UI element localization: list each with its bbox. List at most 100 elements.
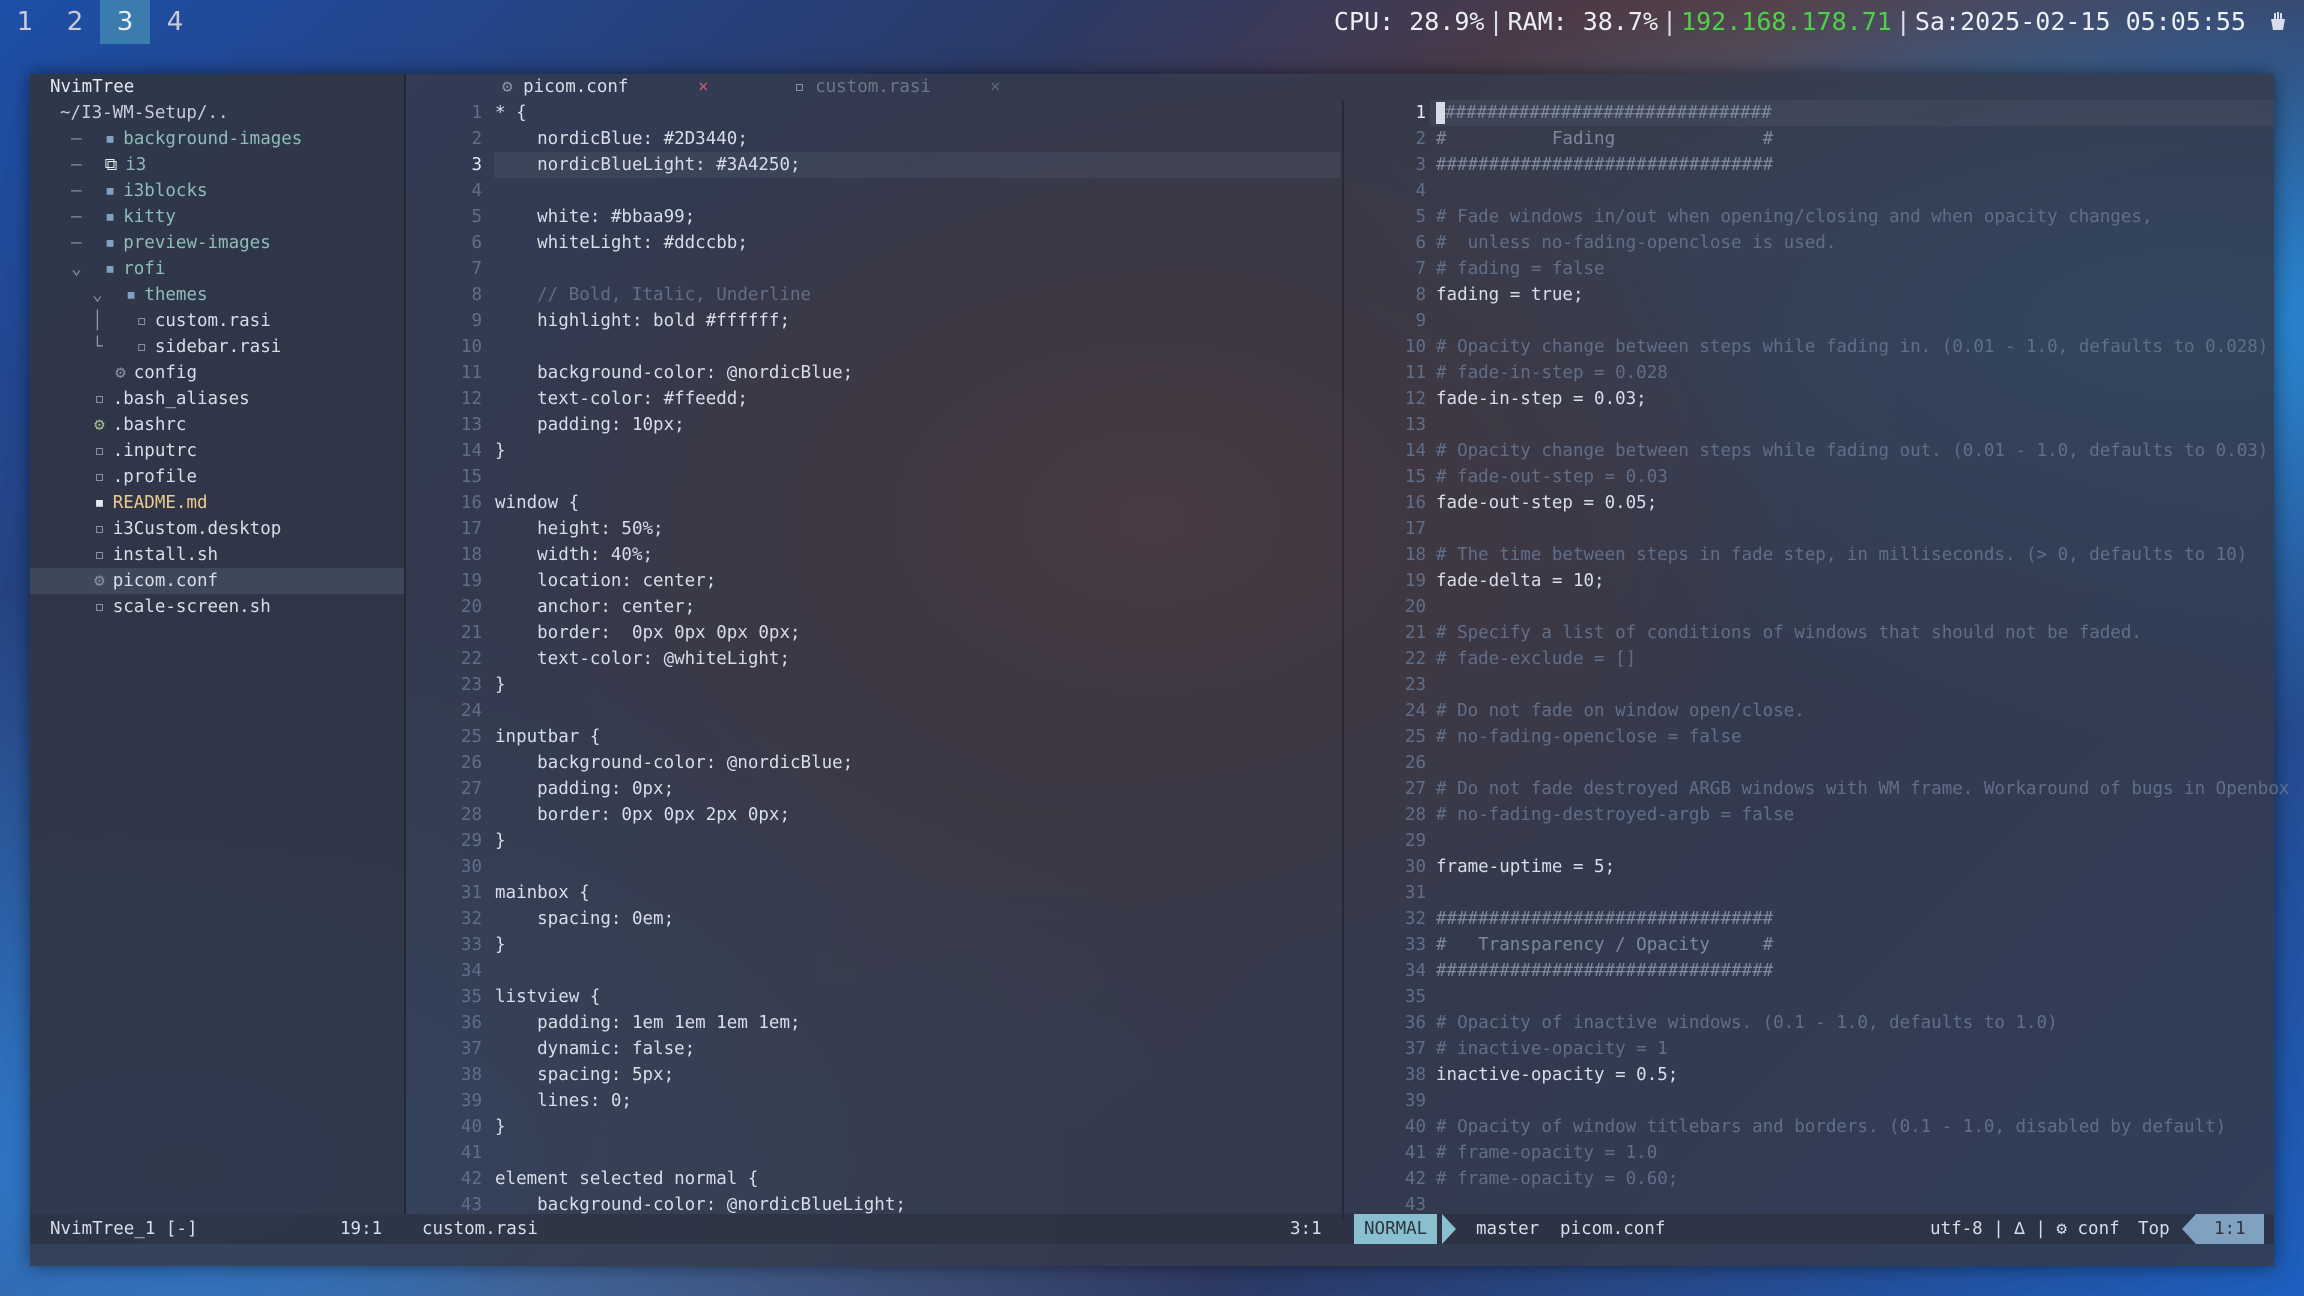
code-line[interactable]: spacing: 0em; xyxy=(495,906,674,932)
code-line[interactable]: nordicBlue: #2D3440; xyxy=(495,126,748,152)
tree-item-i3blocks[interactable]: – ▪ i3blocks xyxy=(30,178,404,204)
tray-icon[interactable] xyxy=(2266,10,2290,34)
code-line[interactable]: white: #bbaa99; xyxy=(495,204,695,230)
code-line[interactable]: # Do not fade destroyed ARGB windows wit… xyxy=(1436,776,2289,802)
code-line[interactable]: height: 50%; xyxy=(495,516,663,542)
line-number: 28 xyxy=(460,805,482,825)
code-line[interactable]: text-color: @whiteLight; xyxy=(495,646,790,672)
code-line[interactable]: anchor: center; xyxy=(495,594,695,620)
code-line[interactable]: spacing: 5px; xyxy=(495,1062,674,1088)
tree-item-scale-screen-sh[interactable]: ▫ scale-screen.sh xyxy=(30,594,404,620)
code-line[interactable]: # Opacity of window titlebars and border… xyxy=(1436,1114,2226,1140)
terminal-window[interactable]: NvimTree ~/I3-WM-Setup/.. – ▪ background-… xyxy=(30,74,2289,1266)
workspace-4-button[interactable]: 4 xyxy=(150,0,200,44)
code-line[interactable]: background-color: @nordicBlue; xyxy=(495,750,853,776)
workspace-3-button[interactable]: 3 xyxy=(100,0,150,44)
code-line[interactable]: window { xyxy=(495,490,579,516)
tree-item-i3custom-desktop[interactable]: ▫ i3Custom.desktop xyxy=(30,516,404,542)
code-line[interactable]: mainbox { xyxy=(495,880,590,906)
code-line[interactable]: # no-fading-destroyed-argb = false xyxy=(1436,802,1794,828)
tree-item-picom-conf[interactable]: ⚙ picom.conf xyxy=(30,568,404,594)
code-line[interactable]: # frame-opacity = 1.0 xyxy=(1436,1140,1657,1166)
code-line[interactable]: // Bold, Italic, Underline xyxy=(495,282,811,308)
code-line[interactable]: } xyxy=(495,932,506,958)
tree-item-config[interactable]: ⚙ config xyxy=(30,360,404,386)
code-line[interactable]: * { xyxy=(495,100,527,126)
line-number: 32 xyxy=(1404,909,1426,929)
tree-item--bashrc[interactable]: ⚙ .bashrc xyxy=(30,412,404,438)
code-line[interactable]: # fading = false xyxy=(1436,256,1605,282)
code-line[interactable]: } xyxy=(495,672,506,698)
code-line[interactable]: # Specify a list of conditions of window… xyxy=(1436,620,2142,646)
tab-custom-rasi[interactable]: ▫ custom.rasi × xyxy=(794,74,1034,100)
tree-item-background-images[interactable]: – ▪ background-images xyxy=(30,126,404,152)
code-line[interactable]: # The time between steps in fade step, i… xyxy=(1436,542,2247,568)
tree-item-install-sh[interactable]: ▫ install.sh xyxy=(30,542,404,568)
code-line[interactable]: # frame-opacity = 0.60; xyxy=(1436,1166,1678,1192)
code-line[interactable]: # no-fading-openclose = false xyxy=(1436,724,1742,750)
code-line[interactable]: nordicBlueLight: #3A4250; xyxy=(495,152,800,178)
code-line[interactable]: } xyxy=(495,1114,506,1140)
tab-picom-conf[interactable]: ⚙ picom.conf × xyxy=(502,74,742,100)
code-line[interactable]: ############################### xyxy=(1436,100,1772,126)
tree-item-rofi[interactable]: ⌄ ▪ rofi xyxy=(30,256,404,282)
code-line[interactable]: lines: 0; xyxy=(495,1088,632,1114)
code-line[interactable]: border: 0px 0px 2px 0px; xyxy=(495,802,790,828)
code-line[interactable]: # unless no-fading-openclose is used. xyxy=(1436,230,1836,256)
code-line[interactable]: location: center; xyxy=(495,568,716,594)
code-line[interactable]: text-color: #ffeedd; xyxy=(495,386,748,412)
tree-item--bash-aliases[interactable]: ▫ .bash_aliases xyxy=(30,386,404,412)
code-line[interactable]: padding: 1em 1em 1em 1em; xyxy=(495,1010,800,1036)
code-line[interactable]: # Opacity change between steps while fad… xyxy=(1436,438,2268,464)
code-line[interactable]: ################################ xyxy=(1436,152,1773,178)
code-line[interactable]: dynamic: false; xyxy=(495,1036,695,1062)
code-line[interactable]: fade-in-step = 0.03; xyxy=(1436,386,1647,412)
tree-item-kitty[interactable]: – ▪ kitty xyxy=(30,204,404,230)
code-line[interactable]: # inactive-opacity = 1 xyxy=(1436,1036,1668,1062)
code-line[interactable]: whiteLight: #ddccbb; xyxy=(495,230,748,256)
tree-item-preview-images[interactable]: – ▪ preview-images xyxy=(30,230,404,256)
code-line[interactable]: # Opacity change between steps while fad… xyxy=(1436,334,2268,360)
code-line[interactable]: # fade-exclude = [] xyxy=(1436,646,1636,672)
code-line[interactable]: frame-uptime = 5; xyxy=(1436,854,1615,880)
code-line[interactable]: background-color: @nordicBlue; xyxy=(495,360,853,386)
code-line[interactable]: fade-delta = 10; xyxy=(1436,568,1605,594)
tree-item-sidebar-rasi[interactable]: └ ▫ sidebar.rasi xyxy=(30,334,404,360)
tree-item-custom-rasi[interactable]: │ ▫ custom.rasi xyxy=(30,308,404,334)
shell-icon: ▫ xyxy=(94,545,105,565)
line-number: 33 xyxy=(1404,935,1426,955)
code-line[interactable]: fade-out-step = 0.05; xyxy=(1436,490,1657,516)
code-line[interactable]: element selected normal { xyxy=(495,1166,758,1192)
code-line[interactable]: ################################ xyxy=(1436,906,1773,932)
workspace-1-button[interactable]: 1 xyxy=(0,0,50,44)
code-line[interactable]: inputbar { xyxy=(495,724,600,750)
close-icon[interactable]: × xyxy=(990,74,1001,100)
close-icon[interactable]: × xyxy=(698,74,709,100)
tree-item--profile[interactable]: ▫ .profile xyxy=(30,464,404,490)
tree-item-readme-md[interactable]: ▪ README.md xyxy=(30,490,404,516)
code-line[interactable]: # Fade windows in/out when opening/closi… xyxy=(1436,204,2152,230)
code-line[interactable]: } xyxy=(495,438,506,464)
tree-item--inputrc[interactable]: ▫ .inputrc xyxy=(30,438,404,464)
tree-root[interactable]: ~/I3-WM-Setup/.. xyxy=(30,100,404,126)
code-line[interactable]: padding: 0px; xyxy=(495,776,674,802)
code-line[interactable]: inactive-opacity = 0.5; xyxy=(1436,1062,1678,1088)
code-line[interactable]: # fade-out-step = 0.03 xyxy=(1436,464,1668,490)
code-line[interactable]: border: 0px 0px 0px 0px; xyxy=(495,620,800,646)
code-line[interactable]: ################################ xyxy=(1436,958,1773,984)
code-line[interactable]: padding: 10px; xyxy=(495,412,685,438)
tree-item-i3[interactable]: – ⧉ i3 xyxy=(30,152,404,178)
workspace-2-button[interactable]: 2 xyxy=(50,0,100,44)
code-line[interactable]: # Fading # xyxy=(1436,126,1773,152)
tree-item-themes[interactable]: ⌄ ▪ themes xyxy=(30,282,404,308)
line-number: 12 xyxy=(460,389,482,409)
code-line[interactable]: highlight: bold #ffffff; xyxy=(495,308,790,334)
code-line[interactable]: fading = true; xyxy=(1436,282,1584,308)
code-line[interactable]: # Transparency / Opacity # xyxy=(1436,932,1773,958)
code-line[interactable]: } xyxy=(495,828,506,854)
code-line[interactable]: # Opacity of inactive windows. (0.1 - 1.… xyxy=(1436,1010,2058,1036)
code-line[interactable]: # Do not fade on window open/close. xyxy=(1436,698,1805,724)
code-line[interactable]: listview { xyxy=(495,984,600,1010)
code-line[interactable]: # fade-in-step = 0.028 xyxy=(1436,360,1668,386)
code-line[interactable]: width: 40%; xyxy=(495,542,653,568)
